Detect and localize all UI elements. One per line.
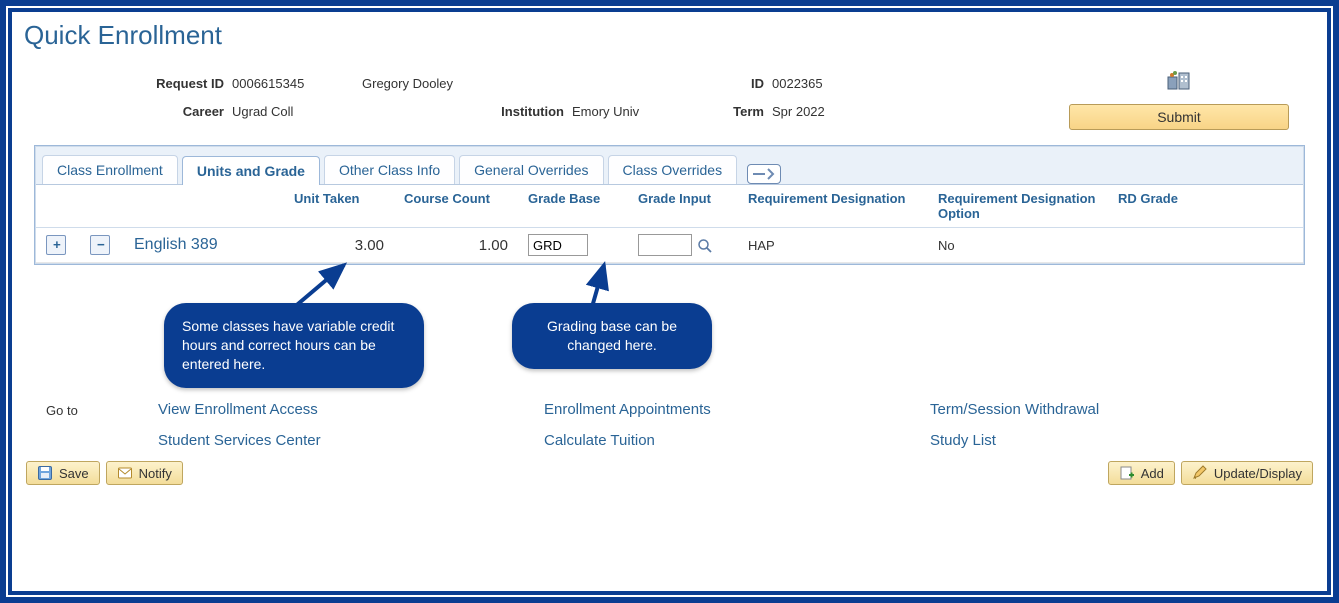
id-value: 0022365 — [772, 76, 823, 91]
submit-button[interactable]: Submit — [1069, 104, 1289, 130]
delete-row-button[interactable]: − — [90, 235, 110, 255]
link-view-enrollment-access[interactable]: View Enrollment Access — [158, 401, 478, 418]
add-row-button[interactable]: + — [46, 235, 66, 255]
link-study-list[interactable]: Study List — [930, 432, 1099, 449]
col-requirement-designation-option: Requirement Designation Option — [928, 185, 1108, 228]
callout-grading-base: Grading base can be changed here. — [512, 303, 712, 369]
tab-general-overrides[interactable]: General Overrides — [459, 155, 603, 184]
pencil-icon — [1192, 465, 1208, 481]
grade-base-input[interactable] — [528, 234, 588, 256]
footer-toolbar: Save Notify Add Update/Display — [24, 457, 1315, 485]
link-calculate-tuition[interactable]: Calculate Tuition — [544, 432, 864, 449]
grid-tabs: Class Enrollment Units and Grade Other C… — [36, 147, 1303, 185]
link-term-session-withdrawal[interactable]: Term/Session Withdrawal — [930, 401, 1099, 418]
notify-button[interactable]: Notify — [106, 461, 183, 485]
grade-table: Unit Taken Course Count Grade Base Grade… — [36, 185, 1303, 263]
career-label: Career — [114, 104, 232, 119]
tab-class-overrides[interactable]: Class Overrides — [608, 155, 738, 184]
page-title: Quick Enrollment — [24, 20, 1315, 51]
table-row: + − English 389 3.00 1.00 HAP — [36, 228, 1303, 263]
course-link[interactable]: English 389 — [134, 236, 218, 253]
col-course-count: Course Count — [394, 185, 518, 228]
unit-taken-value: 3.00 — [284, 228, 394, 263]
notify-icon — [117, 465, 133, 481]
institution-value: Emory Univ — [572, 104, 702, 119]
update-display-button[interactable]: Update/Display — [1181, 461, 1313, 485]
expand-all-tabs-icon[interactable] — [747, 164, 781, 184]
requirement-designation-option-value: No — [928, 228, 1108, 263]
goto-label: Go to — [46, 401, 92, 449]
term-value: Spr 2022 — [772, 104, 825, 119]
goto-block: Go to View Enrollment Access Student Ser… — [24, 395, 1315, 457]
col-grade-input: Grade Input — [628, 185, 738, 228]
add-button[interactable]: Add — [1108, 461, 1175, 485]
notify-label: Notify — [139, 466, 172, 481]
annotation-layer: Some classes have variable credit hours … — [34, 265, 1305, 395]
col-rd-grade: RD Grade — [1108, 185, 1303, 228]
update-display-label: Update/Display — [1214, 466, 1302, 481]
id-label: ID — [702, 76, 772, 91]
quick-enrollment-page: Quick Enrollment Submit Request ID 00066… — [8, 8, 1331, 595]
callout-credit-hours: Some classes have variable credit hours … — [164, 303, 424, 388]
grade-input-field[interactable] — [638, 234, 692, 256]
link-student-services-center[interactable]: Student Services Center — [158, 432, 478, 449]
link-enrollment-appointments[interactable]: Enrollment Appointments — [544, 401, 864, 418]
career-value: Ugrad Coll — [232, 104, 472, 119]
tab-units-and-grade[interactable]: Units and Grade — [182, 156, 320, 185]
institution-label: Institution — [472, 104, 572, 119]
add-icon — [1119, 465, 1135, 481]
submit-area: Submit — [1069, 69, 1289, 130]
enrollment-grid: Class Enrollment Units and Grade Other C… — [34, 145, 1305, 265]
lookup-icon[interactable] — [696, 237, 714, 255]
add-label: Add — [1141, 466, 1164, 481]
term-label: Term — [702, 104, 772, 119]
save-label: Save — [59, 466, 89, 481]
request-id-value: 0006615345 — [232, 76, 362, 91]
save-icon — [37, 465, 53, 481]
course-count-value: 1.00 — [394, 228, 518, 263]
rd-grade-value — [1108, 228, 1303, 263]
request-id-label: Request ID — [114, 76, 232, 91]
institution-icon[interactable] — [1166, 69, 1192, 94]
requirement-designation-value: HAP — [738, 228, 928, 263]
col-grade-base: Grade Base — [518, 185, 628, 228]
col-unit-taken: Unit Taken — [284, 185, 394, 228]
col-requirement-designation: Requirement Designation — [738, 185, 928, 228]
student-name: Gregory Dooley — [362, 76, 702, 91]
save-button[interactable]: Save — [26, 461, 100, 485]
header-area: Submit Request ID 0006615345 Gregory Doo… — [24, 69, 1315, 141]
tab-other-class-info[interactable]: Other Class Info — [324, 155, 455, 184]
tab-class-enrollment[interactable]: Class Enrollment — [42, 155, 178, 184]
